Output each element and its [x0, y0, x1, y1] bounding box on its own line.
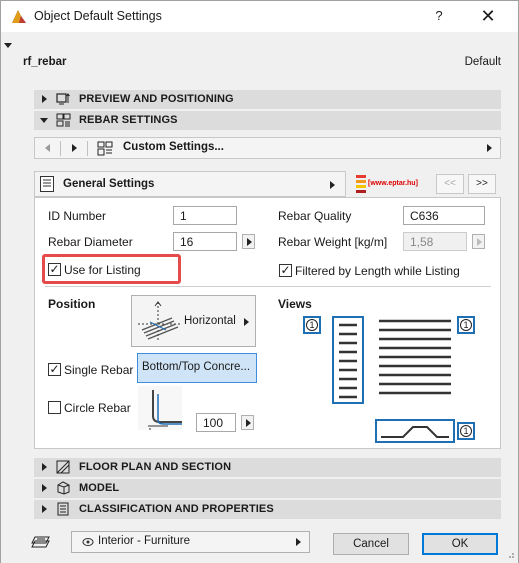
dropdown-arrow-icon — [296, 538, 301, 546]
right-arrow-icon — [246, 419, 251, 427]
page-selector-label: General Settings — [63, 178, 155, 190]
eptar-logo-mark — [356, 175, 366, 193]
eptar-brand-text: [www.eptar.hu] — [368, 180, 418, 187]
layer-value: Interior - Furniture — [98, 535, 191, 547]
next-page-button[interactable]: >> — [468, 174, 496, 194]
object-default-settings-dialog: Object Default Settings ? ✕ rf_rebar Def… — [0, 0, 519, 563]
window-title: Object Default Settings — [34, 9, 162, 23]
circle-rebar-diagram-icon — [138, 386, 182, 430]
section-rebar-settings[interactable]: REBAR SETTINGS — [34, 111, 501, 130]
divider — [45, 286, 491, 287]
collapse-toggle-icon[interactable] — [4, 43, 12, 48]
single-rebar-checkbox[interactable]: ✓ — [48, 363, 61, 376]
eptar-logo: [www.eptar.hu] — [356, 174, 434, 194]
section-floor-plan-and-section[interactable]: FLOOR PLAN AND SECTION — [34, 458, 501, 477]
orientation-value: Horizontal — [184, 315, 236, 327]
circle-rebar-checkbox[interactable] — [48, 401, 61, 414]
rebar-quality-field[interactable]: C636 — [403, 206, 485, 225]
orientation-picker[interactable]: Horizontal — [131, 295, 256, 347]
preview-icon — [56, 93, 70, 105]
expand-arrow-icon — [42, 505, 47, 513]
dropdown-arrow-icon — [330, 181, 335, 189]
layer-icon — [31, 536, 50, 548]
section-label: REBAR SETTINGS — [79, 114, 178, 126]
rebar-side-view-icon — [332, 316, 364, 404]
dropdown-arrow-icon — [244, 318, 249, 326]
custom-settings-label[interactable]: Custom Settings... — [123, 141, 224, 153]
page-selector-bar: General Settings [www.eptar.hu] << >> — [34, 171, 501, 197]
rebar-front-view-icon — [379, 319, 451, 395]
circle-rebar-popup-button[interactable] — [241, 415, 254, 430]
filtered-by-length-label[interactable]: Filtered by Length while Listing — [295, 264, 460, 278]
filtered-by-length-checkbox[interactable]: ✓ — [279, 264, 292, 277]
single-rebar-label[interactable]: Single Rebar — [64, 363, 133, 377]
placement-selector[interactable]: Bottom/Top Concre... — [137, 353, 257, 383]
expand-arrow-icon — [42, 463, 47, 471]
rebar-weight-field: 1,58 — [403, 232, 467, 251]
settings-grid-icon — [56, 113, 71, 127]
eye-icon — [82, 538, 94, 546]
custom-settings-navigator: Custom Settings... — [34, 137, 501, 159]
close-button[interactable]: ✕ — [477, 5, 499, 27]
view-selector-3[interactable]: 1 — [457, 422, 475, 440]
rebar-bent-profile-icon — [375, 419, 455, 443]
classification-icon — [57, 502, 69, 516]
rebar-diameter-field[interactable]: 16 — [173, 232, 237, 251]
left-arrow-icon — [45, 144, 50, 152]
id-number-field[interactable]: 1 — [173, 206, 237, 225]
circle-rebar-radius-field[interactable]: 100 — [196, 413, 236, 432]
view-number-badge: 1 — [306, 319, 318, 331]
model-cube-icon — [57, 481, 70, 495]
next-page-button[interactable] — [65, 140, 83, 156]
archicad-app-icon — [12, 10, 26, 23]
view-selector-2[interactable]: 1 — [457, 316, 475, 334]
section-classification-and-properties[interactable]: CLASSIFICATION AND PROPERTIES — [34, 500, 501, 519]
section-label: PREVIEW AND POSITIONING — [79, 93, 234, 105]
view-selector-1[interactable]: 1 — [303, 316, 321, 334]
submenu-arrow-icon[interactable] — [487, 144, 492, 152]
expand-arrow-icon — [42, 95, 47, 103]
collapse-arrow-icon — [40, 118, 48, 123]
position-label: Position — [48, 297, 96, 311]
view-number-badge: 1 — [460, 319, 472, 331]
floor-plan-icon — [56, 460, 70, 474]
views-label: Views — [278, 297, 312, 311]
rebar-weight-label: Rebar Weight [kg/m] — [278, 235, 388, 249]
object-name: rf_rebar — [23, 56, 67, 68]
ok-button[interactable]: OK — [422, 533, 498, 555]
divider — [87, 141, 88, 156]
right-arrow-icon — [72, 144, 77, 152]
divider — [60, 141, 61, 156]
page-icon — [40, 176, 54, 192]
previous-page-button[interactable] — [39, 140, 57, 156]
section-model[interactable]: MODEL — [34, 479, 501, 498]
section-preview-and-positioning[interactable]: PREVIEW AND POSITIONING — [34, 90, 501, 109]
right-arrow-icon — [247, 238, 252, 246]
prev-page-button[interactable]: << — [436, 174, 464, 194]
help-button[interactable]: ? — [429, 6, 449, 26]
cancel-button[interactable]: Cancel — [333, 533, 409, 555]
circle-rebar-label[interactable]: Circle Rebar — [64, 401, 131, 415]
default-label: Default — [464, 56, 501, 68]
id-number-label: ID Number — [48, 209, 107, 223]
horizontal-rebar-icon — [138, 301, 180, 342]
right-arrow-icon — [477, 238, 482, 246]
custom-settings-icon — [97, 141, 113, 156]
title-bar: Object Default Settings ? ✕ — [1, 1, 518, 32]
page-selector-popup[interactable]: General Settings — [34, 171, 346, 197]
rebar-diameter-popup-button[interactable] — [242, 234, 255, 249]
resize-grip-icon[interactable] — [505, 549, 515, 559]
section-label: CLASSIFICATION AND PROPERTIES — [79, 503, 274, 515]
rebar-quality-label: Rebar Quality — [278, 209, 352, 223]
view-number-badge: 1 — [460, 425, 472, 437]
section-label: FLOOR PLAN AND SECTION — [79, 461, 232, 473]
layer-selector[interactable]: Interior - Furniture — [71, 531, 310, 553]
rebar-weight-popup-button — [472, 234, 485, 249]
highlight-annotation — [42, 254, 181, 284]
section-label: MODEL — [79, 482, 120, 494]
rebar-diameter-label: Rebar Diameter — [48, 235, 133, 249]
expand-arrow-icon — [42, 484, 47, 492]
